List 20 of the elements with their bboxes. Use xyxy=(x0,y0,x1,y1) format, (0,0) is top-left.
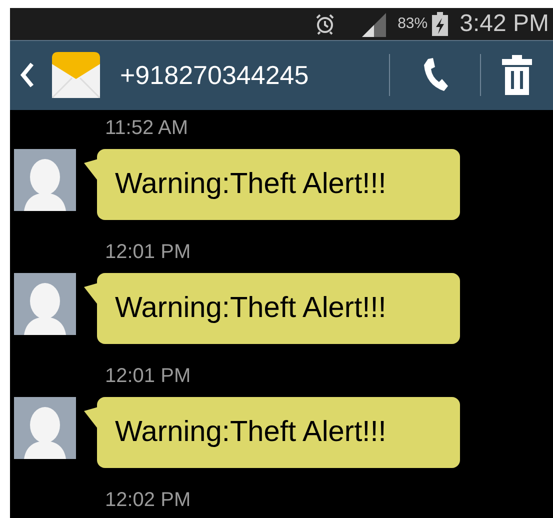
message-bubble: Warning:Theft Alert!!! xyxy=(97,397,460,468)
message-time: 12:02 PM xyxy=(105,490,191,510)
back-chevron-icon xyxy=(20,62,34,88)
battery-charging-icon xyxy=(432,12,448,36)
message-bubble: Warning:Theft Alert!!! xyxy=(97,149,460,220)
envelope-icon xyxy=(52,52,100,98)
message-time: 12:01 PM xyxy=(105,242,191,262)
phone-icon xyxy=(422,57,448,94)
signal-icon xyxy=(360,10,386,37)
trash-icon xyxy=(502,55,532,96)
avatar-icon xyxy=(14,273,76,335)
battery-percent: 83% xyxy=(398,14,428,34)
avatar-icon xyxy=(14,149,76,211)
message-bubble: Warning:Theft Alert!!! xyxy=(97,273,460,344)
message-time: 11:52 AM xyxy=(105,118,188,138)
avatar-icon xyxy=(14,397,76,459)
contact-number: +918270344245 xyxy=(120,58,309,92)
message-time: 12:01 PM xyxy=(105,366,191,386)
alarm-clock-icon xyxy=(314,12,336,35)
clock-time: 3:42 PM xyxy=(460,12,549,36)
